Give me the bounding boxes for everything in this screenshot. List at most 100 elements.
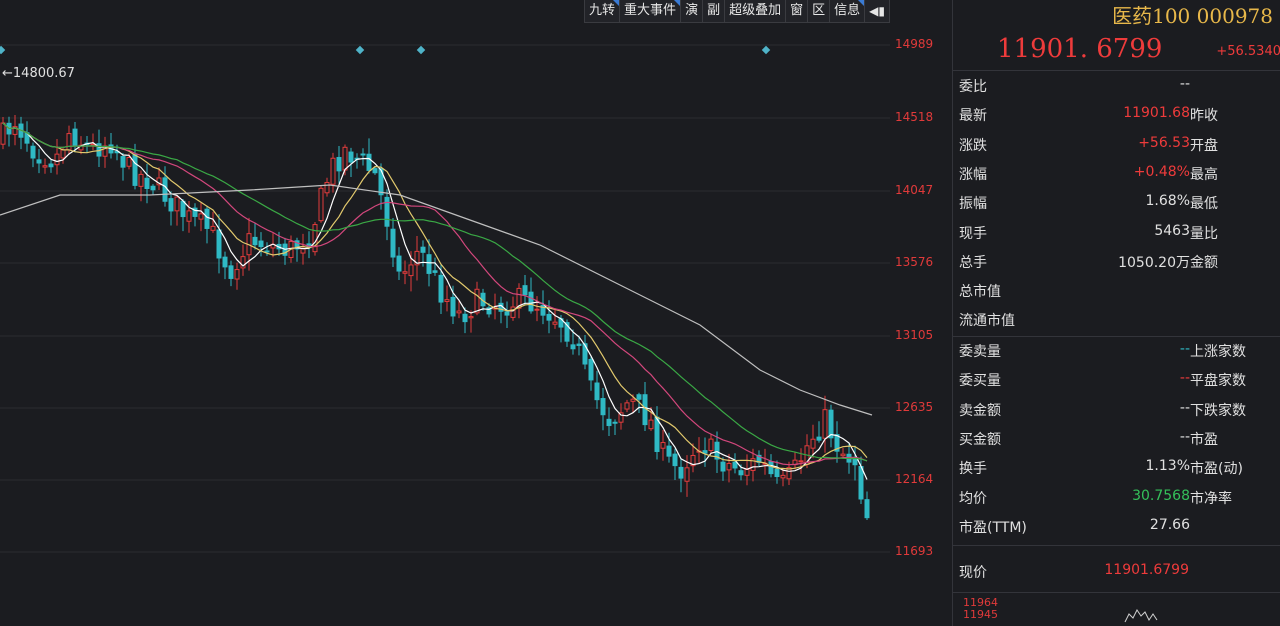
- candle-body: [432, 270, 438, 273]
- toolbar-button[interactable]: 副: [703, 0, 726, 22]
- candle-body: [426, 254, 432, 274]
- candle-body: [120, 156, 126, 168]
- candle-body: [456, 310, 462, 314]
- price-tick-label: 14518: [895, 110, 934, 124]
- quote-row-value: --: [1179, 428, 1190, 445]
- candle-body: [468, 316, 474, 319]
- candle-body: [600, 398, 606, 416]
- quote-row: 委比 --: [959, 76, 1280, 96]
- quote-row-right-label: 市盈(动): [1190, 461, 1243, 478]
- quote-row-label: 流通市值: [959, 313, 1015, 330]
- toolbar-button[interactable]: 区: [808, 0, 831, 22]
- candle-body: [648, 419, 654, 430]
- quote-row-value: 1.68%: [1145, 193, 1190, 210]
- mini-intraday-chart[interactable]: 11964 11945: [953, 594, 1280, 626]
- quote-row: 最新 11901.68 昨收: [959, 105, 1280, 125]
- current-price: 11901. 6799: [997, 34, 1163, 64]
- candle-body: [360, 153, 366, 156]
- quote-row: 振幅 1.68% 最低: [959, 193, 1280, 213]
- candle-body: [720, 461, 726, 472]
- max-price-label: ←14800.67: [2, 66, 75, 81]
- toolbar-button[interactable]: 超级叠加: [725, 0, 787, 22]
- price-axis: 14989 14518 14047 13576 13105 12635 12164 11693: [890, 0, 952, 626]
- quote-row: 流通市值: [959, 310, 1280, 330]
- quote-row-right-label: 昨收: [1190, 108, 1218, 125]
- divider: [953, 336, 1280, 337]
- price-tick-label: 13105: [895, 328, 934, 342]
- quote-row-value: 1050.20万: [1118, 254, 1190, 271]
- candle-body: [72, 128, 78, 147]
- candle-body: [168, 198, 174, 212]
- quote-row-right-label: 平盘家数: [1190, 373, 1246, 390]
- candle-body: [186, 210, 192, 222]
- candle-body: [570, 344, 576, 350]
- candle-body: [576, 343, 582, 346]
- quote-row-right-label: 上涨家数: [1190, 344, 1246, 360]
- toolbar-button[interactable]: 窗: [786, 0, 809, 22]
- candle-body: [42, 165, 48, 168]
- candle-body: [48, 163, 54, 168]
- quote-row: 总手 1050.20万 金额: [959, 252, 1280, 272]
- candle-body: [462, 313, 468, 323]
- quote-row-value: 30.7568: [1132, 487, 1190, 504]
- candle-body: [132, 154, 138, 186]
- candle-body: [594, 382, 600, 401]
- quote-row-right-label: 市盈: [1190, 431, 1218, 448]
- candle-body: [300, 248, 306, 254]
- kline-chart[interactable]: [0, 0, 890, 626]
- event-marker[interactable]: [416, 45, 426, 55]
- now-price-value: 11901.6799: [1104, 562, 1189, 578]
- candle-body: [732, 461, 738, 469]
- quote-row-value: 27.66: [1149, 516, 1190, 533]
- candle-body: [636, 394, 642, 400]
- quote-row-value: +56.53: [1138, 134, 1190, 151]
- candle-body: [624, 402, 630, 410]
- candle-body: [348, 151, 354, 163]
- quote-row-label: 委比: [959, 79, 987, 95]
- candle-body: [684, 467, 690, 482]
- quote-row: 换手 1.13% 市盈(动): [959, 458, 1280, 478]
- candle-body: [0, 122, 6, 145]
- candle-body: [552, 321, 558, 325]
- candle-body: [372, 168, 378, 174]
- quote-row-value: --: [1179, 341, 1190, 357]
- candle-body: [402, 271, 408, 274]
- pin-icon[interactable]: ◀▮: [865, 0, 890, 22]
- kline-chart-area[interactable]: ←14800.67 九转 重大事件演副超级叠加窗区信息 ◀▮: [0, 0, 890, 626]
- toolbar-button[interactable]: 信息: [830, 0, 866, 22]
- event-marker[interactable]: [355, 45, 365, 55]
- chart-toolbar: 九转 重大事件演副超级叠加窗区信息 ◀▮: [584, 0, 890, 23]
- toolbar-button[interactable]: 九转: [585, 0, 621, 22]
- candle-body: [366, 153, 372, 171]
- candle-body: [828, 409, 834, 439]
- quote-row-label: 涨跌: [959, 137, 987, 154]
- candle-body: [234, 269, 240, 280]
- toolbar-button[interactable]: 重大事件: [620, 0, 682, 22]
- price-tick-label: 14047: [895, 183, 934, 197]
- price-tick-label: 12635: [895, 400, 934, 414]
- event-marker[interactable]: [761, 45, 771, 55]
- candle-body: [390, 228, 396, 258]
- candle-body: [858, 466, 864, 500]
- candle-body: [36, 159, 42, 164]
- price-tick-label: 14989: [895, 37, 934, 51]
- quote-row: 现手 5463 量比: [959, 223, 1280, 243]
- candle-body: [744, 468, 750, 476]
- candle-body: [336, 156, 342, 172]
- quote-row: 涨跌 +56.53 开盘: [959, 135, 1280, 155]
- toolbar-button[interactable]: 演: [681, 0, 704, 22]
- candle-body: [204, 208, 210, 229]
- candle-body: [630, 398, 636, 402]
- candle-body: [330, 157, 336, 185]
- price-tick-label: 13576: [895, 255, 934, 269]
- candle-body: [66, 133, 72, 151]
- candle-body: [726, 462, 732, 471]
- quote-row-right-label: 最低: [1190, 196, 1218, 213]
- event-marker[interactable]: [0, 45, 6, 55]
- candle-body: [768, 461, 774, 475]
- quote-row-label: 现手: [959, 225, 987, 242]
- candle-body: [522, 285, 528, 296]
- quote-row: 委卖量 -- 上涨家数: [959, 341, 1280, 361]
- quote-row-label: 总市值: [959, 284, 1001, 301]
- candle-body: [810, 438, 816, 449]
